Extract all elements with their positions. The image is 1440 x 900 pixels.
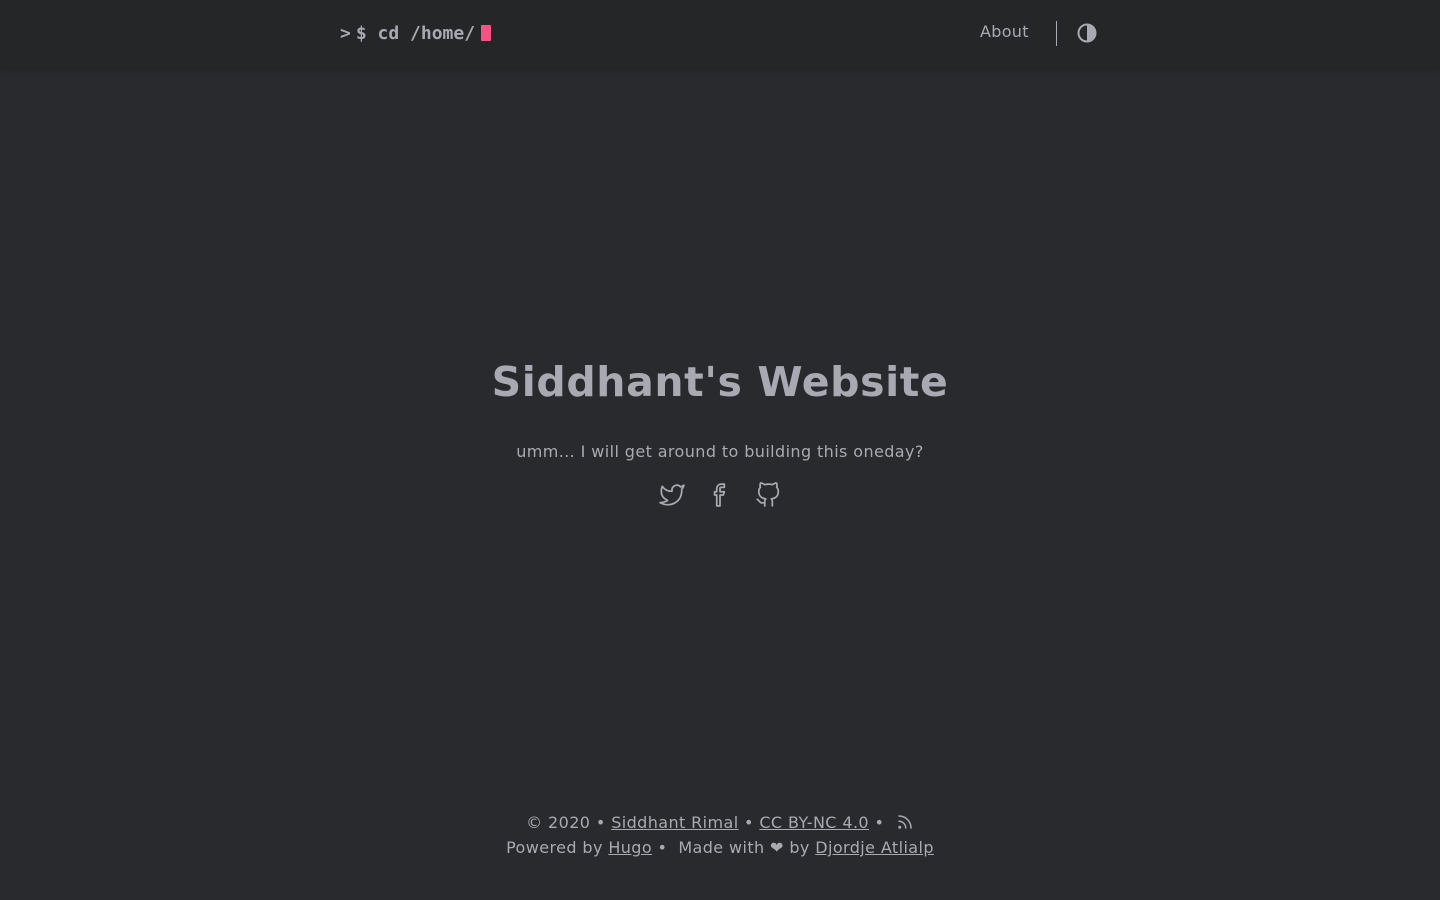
github-link[interactable] bbox=[755, 482, 781, 508]
theme-toggle-button[interactable] bbox=[1077, 23, 1097, 43]
facebook-icon bbox=[713, 483, 726, 507]
site-subtitle: umm... I will get around to building thi… bbox=[516, 442, 924, 461]
rss-link[interactable] bbox=[896, 813, 914, 831]
theme-author-link[interactable]: Djordje Atlialp bbox=[815, 838, 934, 857]
rss-icon bbox=[898, 815, 912, 829]
footer-line-1: © 2020 • Siddhant Rimal • CC BY-NC 4.0 • bbox=[0, 810, 1440, 835]
blinking-cursor bbox=[481, 25, 492, 41]
page: > $ cd /home/ About Siddhant's Website u… bbox=[0, 0, 1440, 900]
license-link[interactable]: CC BY-NC 4.0 bbox=[759, 813, 869, 832]
twitter-icon bbox=[659, 484, 685, 506]
nav-link-about[interactable]: About bbox=[980, 22, 1029, 41]
footer: © 2020 • Siddhant Rimal • CC BY-NC 4.0 •… bbox=[0, 810, 1440, 860]
main-content: Siddhant's Website umm... I will get aro… bbox=[0, 355, 1440, 508]
powered-by-text: Powered by bbox=[506, 838, 603, 857]
hugo-link[interactable]: Hugo bbox=[608, 838, 652, 857]
github-icon bbox=[756, 482, 780, 507]
social-links bbox=[0, 482, 1440, 508]
logo-text: $ cd /home/ bbox=[355, 22, 476, 44]
header: > $ cd /home/ About bbox=[0, 0, 1440, 68]
author-link[interactable]: Siddhant Rimal bbox=[611, 813, 738, 832]
logo-prompt: > bbox=[340, 22, 351, 44]
copyright-text: © 2020 bbox=[526, 813, 591, 832]
nav-divider bbox=[1056, 21, 1057, 46]
site-title: Siddhant's Website bbox=[491, 358, 949, 406]
twitter-link[interactable] bbox=[659, 482, 685, 508]
facebook-link[interactable] bbox=[707, 482, 733, 508]
made-with-text: Made with ❤ by bbox=[678, 838, 810, 857]
footer-line-2: Powered by Hugo • Made with ❤ by Djordje… bbox=[506, 838, 934, 857]
contrast-icon bbox=[1077, 23, 1097, 43]
logo-link[interactable]: > $ cd /home/ bbox=[340, 20, 492, 46]
